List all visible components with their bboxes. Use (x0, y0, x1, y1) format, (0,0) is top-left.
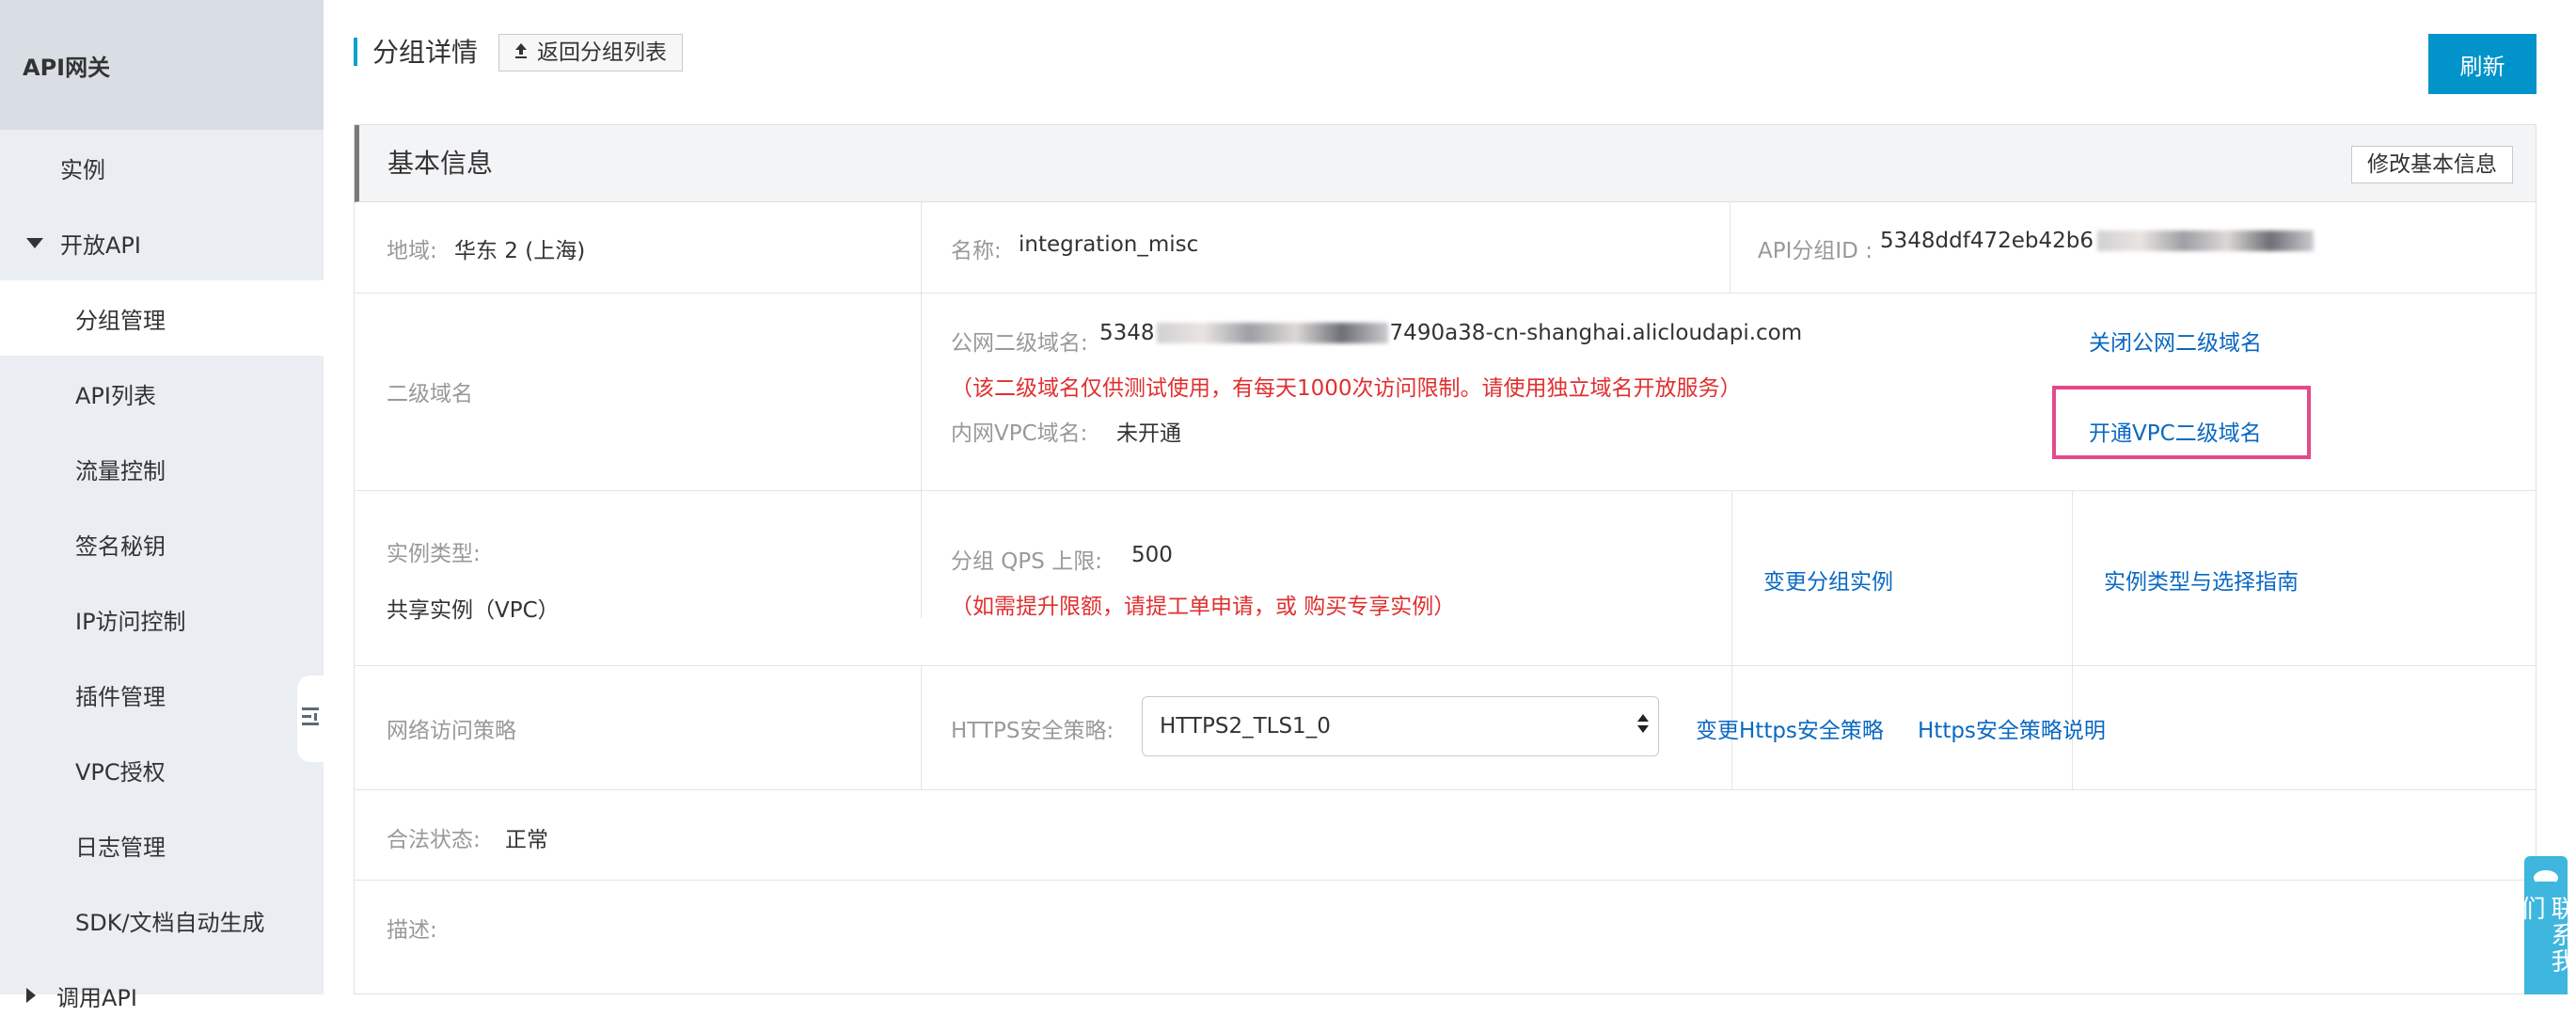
sidebar-title: API网关 (0, 0, 324, 130)
instance-type-label: 实例类型: (387, 542, 481, 566)
sidebar-collapse-button[interactable] (297, 675, 324, 762)
row-divider (355, 665, 2536, 666)
change-group-instance-link[interactable]: 变更分组实例 (1763, 564, 1893, 596)
sidebar-item-traffic-control[interactable]: 流量控制 (0, 431, 324, 506)
sidebar-item-label: 分组管理 (75, 307, 166, 334)
https-policy-selected-value: HTTPS2_TLS1_0 (1160, 714, 1331, 739)
collapse-icon (302, 705, 319, 733)
row-divider (355, 789, 2536, 790)
redacted-area (2096, 230, 2314, 251)
title-accent-bar (354, 38, 357, 66)
sidebar-item-label: SDK/文档自动生成 (75, 909, 265, 936)
sidebar-item-plugin-management[interactable]: 插件管理 (0, 657, 324, 732)
sidebar-item-log-management[interactable]: 日志管理 (0, 807, 324, 882)
contact-us-label: 联系我们 (2517, 896, 2575, 975)
public-subdomain-prefix: 5348 (1099, 321, 1155, 345)
https-policy-label: HTTPS安全策略: (951, 719, 1114, 743)
public-subdomain-label: 公网二级域名: (951, 331, 1088, 356)
instance-type-guide-link[interactable]: 实例类型与选择指南 (2104, 564, 2299, 596)
sidebar-item-vpc-authorization[interactable]: VPC授权 (0, 732, 324, 807)
upload-arrow-icon (514, 35, 528, 71)
contact-us-button[interactable]: 联系我们 (2517, 856, 2575, 994)
select-arrows-icon (1637, 714, 1649, 733)
sidebar-item-label: VPC授权 (75, 758, 166, 786)
redacted-area (1156, 323, 1388, 343)
https-policy-doc-link[interactable]: Https安全策略说明 (1918, 712, 2106, 744)
https-policy-select[interactable]: HTTPS2_TLS1_0 (1142, 696, 1659, 756)
qps-limit-notice: （如需提升限额，请提工单申请，或 购买专享实例） (951, 595, 1456, 619)
region-value: 华东 2 (上海) (454, 239, 586, 263)
sidebar-item-label: 插件管理 (75, 683, 166, 710)
basic-info-header: 基本信息 修改基本信息 (355, 125, 2536, 202)
change-https-policy-link[interactable]: 变更Https安全策略 (1696, 712, 1884, 744)
back-to-group-list-button[interactable]: 返回分组列表 (498, 34, 683, 72)
sidebar-item-label: 开放API (60, 231, 141, 259)
basic-info-title: 基本信息 (387, 148, 494, 179)
sidebar-group-open-api[interactable]: 开放API (0, 205, 324, 280)
edit-basic-info-button[interactable]: 修改基本信息 (2351, 146, 2513, 183)
page-title: 分组详情 (372, 37, 479, 68)
sidebar-item-label: 日志管理 (75, 834, 166, 861)
sidebar-item-label: 调用API (56, 984, 137, 1011)
description-label: 描述: (387, 918, 437, 943)
vpc-domain-label: 内网VPC域名: (951, 421, 1088, 446)
sidebar-item-signature-keys[interactable]: 签名秘钥 (0, 506, 324, 581)
row-divider (355, 880, 2536, 881)
sidebar-item-ip-access-control[interactable]: IP访问控制 (0, 581, 324, 657)
row-divider (355, 293, 2536, 294)
sidebar-item-label: API列表 (75, 382, 156, 409)
name-value: integration_misc (1019, 232, 1199, 257)
name-label: 名称: (951, 239, 1002, 263)
caret-right-icon (26, 988, 36, 1003)
region-label: 地域: (387, 239, 437, 263)
column-divider (921, 665, 922, 789)
sidebar-item-label: IP访问控制 (75, 608, 186, 635)
close-public-subdomain-link[interactable]: 关闭公网二级域名 (2089, 325, 2262, 357)
subdomain-test-notice: （该二级域名仅供测试使用，有每天1000次访问限制。请使用独立域名开放服务） (951, 376, 1742, 401)
group-id-label: API分组ID : (1758, 239, 1873, 263)
column-divider (2072, 490, 2073, 789)
sidebar-item-label: 流量控制 (75, 457, 166, 485)
caret-down-icon (26, 237, 43, 248)
sidebar-group-call-api[interactable]: 调用API (0, 958, 324, 1033)
legal-status-value: 正常 (505, 828, 548, 852)
refresh-button[interactable]: 刷新 (2428, 34, 2536, 94)
qps-limit-value: 500 (1131, 543, 1173, 567)
column-divider (1730, 202, 1731, 293)
group-detail-panel: 基本信息 修改基本信息 地域: 华东 2 (上海) 名称: integratio… (354, 124, 2536, 994)
row-divider (355, 490, 2536, 491)
instance-type-value: 共享实例（VPC） (387, 598, 560, 623)
sidebar-item-sdk-docs[interactable]: SDK/文档自动生成 (0, 882, 324, 958)
subdomain-section-label: 二级域名 (387, 382, 473, 406)
public-subdomain-suffix: 7490a38-cn-shanghai.alicloudapi.com (1389, 321, 1803, 345)
sidebar-item-instances[interactable]: 实例 (0, 130, 324, 205)
back-button-label: 返回分组列表 (537, 40, 667, 65)
column-divider (1731, 490, 1732, 789)
group-id-value: 5348ddf472eb42b6 (1880, 229, 2094, 253)
network-policy-label: 网络访问策略 (387, 719, 516, 743)
public-subdomain-value: 5348 7490a38-cn-shanghai.alicloudapi.com (1099, 321, 1802, 345)
qps-limit-label: 分组 QPS 上限: (951, 549, 1102, 574)
sidebar-item-label: 签名秘钥 (75, 532, 166, 560)
sidebar-item-group-management[interactable]: 分组管理 (0, 280, 324, 356)
highlight-annotation-box (2052, 386, 2311, 459)
group-id-field: 5348ddf472eb42b6 (1880, 229, 2314, 253)
legal-status-label: 合法状态: (387, 828, 481, 852)
sidebar: API网关 实例 开放API 分组管理 API列表 流量控制 签名秘钥 IP访问… (0, 0, 324, 1011)
sidebar-item-api-list[interactable]: API列表 (0, 356, 324, 431)
vpc-domain-value: 未开通 (1116, 421, 1181, 446)
chat-bubble-icon (2533, 866, 2559, 896)
sidebar-item-label: 实例 (60, 156, 105, 183)
column-divider (921, 202, 922, 618)
